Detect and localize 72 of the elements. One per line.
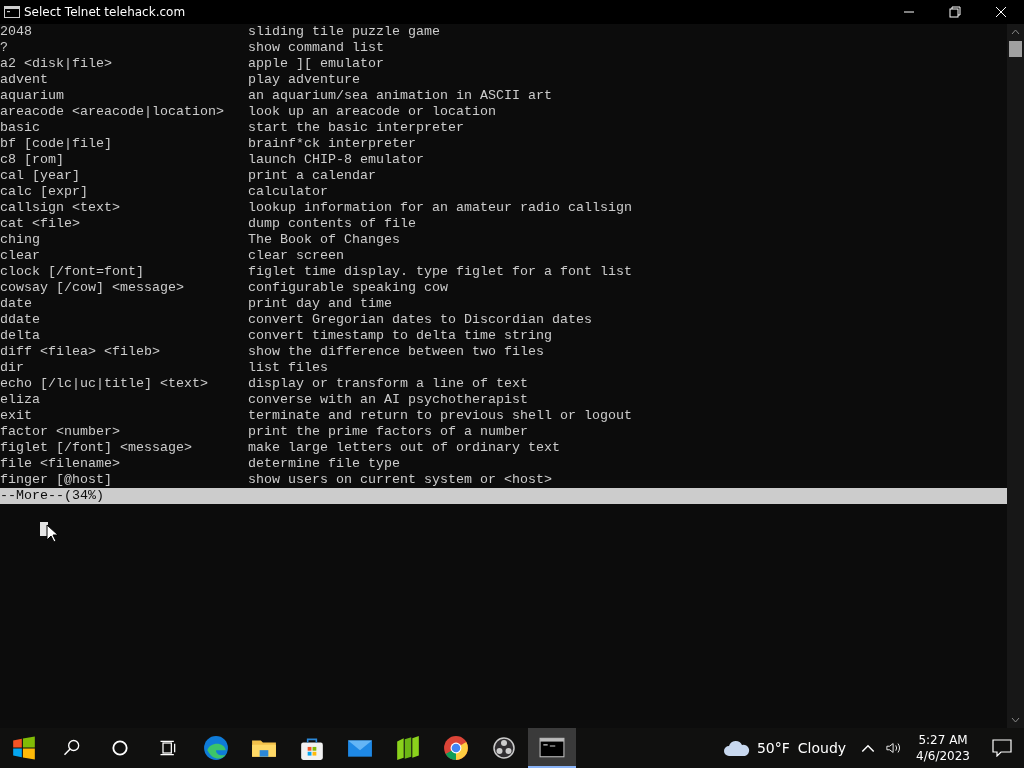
command-description: print a calendar bbox=[248, 168, 376, 184]
command-name: clock [/font=font] bbox=[0, 264, 145, 280]
scrollbar-thumb[interactable] bbox=[1009, 41, 1022, 57]
console-icon bbox=[4, 6, 20, 18]
command-description: convert Gregorian dates to Discordian dates bbox=[248, 312, 592, 328]
command-name: advent bbox=[0, 72, 49, 88]
command-name: a2 <disk|file> bbox=[0, 56, 113, 72]
command-description: launch CHIP-8 emulator bbox=[248, 152, 424, 168]
command-description: look up an areacode or location bbox=[248, 104, 496, 120]
command-name: diff <filea> <fileb> bbox=[0, 344, 161, 360]
command-name: eliza bbox=[0, 392, 41, 408]
command-description: print day and time bbox=[248, 296, 392, 312]
mouse-pointer-icon bbox=[46, 524, 58, 543]
command-name: delta bbox=[0, 328, 41, 344]
command-name: exit bbox=[0, 408, 33, 424]
command-name: clear bbox=[0, 248, 41, 264]
command-name: cowsay [/cow] <message> bbox=[0, 280, 185, 296]
command-name: 2048 bbox=[0, 24, 33, 40]
command-description: dump contents of file bbox=[248, 216, 416, 232]
command-description: an aquarium/sea animation in ASCII art bbox=[248, 88, 552, 104]
command-description: play adventure bbox=[248, 72, 360, 88]
command-description: start the basic interpreter bbox=[248, 120, 464, 136]
command-name: callsign <text> bbox=[0, 200, 121, 216]
command-description: terminate and return to previous shell or logout bbox=[248, 408, 632, 424]
speaker-icon[interactable] bbox=[886, 741, 903, 755]
scrollbar[interactable] bbox=[1007, 24, 1024, 728]
command-description: list files bbox=[248, 360, 328, 376]
command-name: c8 [rom] bbox=[0, 152, 65, 168]
command-description: brainf*ck interpreter bbox=[248, 136, 416, 152]
command-name: echo [/lc|uc|title] <text> bbox=[0, 376, 209, 392]
command-name: factor <number> bbox=[0, 424, 121, 440]
command-description: make large letters out of ordinary text bbox=[248, 440, 560, 456]
command-name: cat <file> bbox=[0, 216, 81, 232]
command-description: display or transform a line of text bbox=[248, 376, 528, 392]
command-description: converse with an AI psychotherapist bbox=[248, 392, 528, 408]
weather-temperature[interactable]: 50°F bbox=[756, 740, 790, 756]
notification-icon[interactable] bbox=[992, 739, 1012, 757]
command-name: ddate bbox=[0, 312, 41, 328]
command-description: configurable speaking cow bbox=[248, 280, 448, 296]
more-prompt: --More--(34%) bbox=[0, 488, 1007, 504]
command-name: file <filename> bbox=[0, 456, 121, 472]
command-name: bf [code|file] bbox=[0, 136, 113, 152]
command-name: date bbox=[0, 296, 33, 312]
command-name: basic bbox=[0, 120, 41, 136]
command-name: ching bbox=[0, 232, 41, 248]
command-description: sliding tile puzzle game bbox=[248, 24, 440, 40]
weather-condition[interactable]: Cloudy bbox=[797, 740, 847, 756]
command-description: convert timestamp to delta time string bbox=[248, 328, 552, 344]
clock-date[interactable]: 4/6/2023 bbox=[916, 748, 970, 764]
clock-time[interactable]: 5:27 AM bbox=[918, 732, 968, 748]
console-icon[interactable] bbox=[528, 728, 576, 768]
command-name: dir bbox=[0, 360, 25, 376]
command-name: aquarium bbox=[0, 88, 65, 104]
command-description: calculator bbox=[248, 184, 328, 200]
cloud-icon[interactable] bbox=[722, 739, 751, 757]
command-name: ? bbox=[0, 40, 9, 56]
command-name: cal [year] bbox=[0, 168, 81, 184]
command-description: print the prime factors of a number bbox=[248, 424, 528, 440]
command-description: The Book of Changes bbox=[248, 232, 400, 248]
command-description: apple ][ emulator bbox=[248, 56, 384, 72]
window-title: Select Telnet telehack.com bbox=[24, 5, 186, 19]
command-name: figlet [/font] <message> bbox=[0, 440, 193, 456]
command-description: show command list bbox=[248, 40, 384, 56]
command-name: calc [expr] bbox=[0, 184, 89, 200]
command-description: determine file type bbox=[248, 456, 400, 472]
command-description: lookup information for an amateur radio callsign bbox=[248, 200, 632, 216]
command-description: clear screen bbox=[248, 248, 344, 264]
command-description: figlet time display. type figlet for a font list bbox=[248, 264, 632, 280]
command-description: show users on current system or <host> bbox=[248, 472, 552, 488]
command-name: finger [@host] bbox=[0, 472, 113, 488]
command-name: areacode <areacode|location> bbox=[0, 104, 225, 120]
command-description: show the difference between two files bbox=[248, 344, 544, 360]
